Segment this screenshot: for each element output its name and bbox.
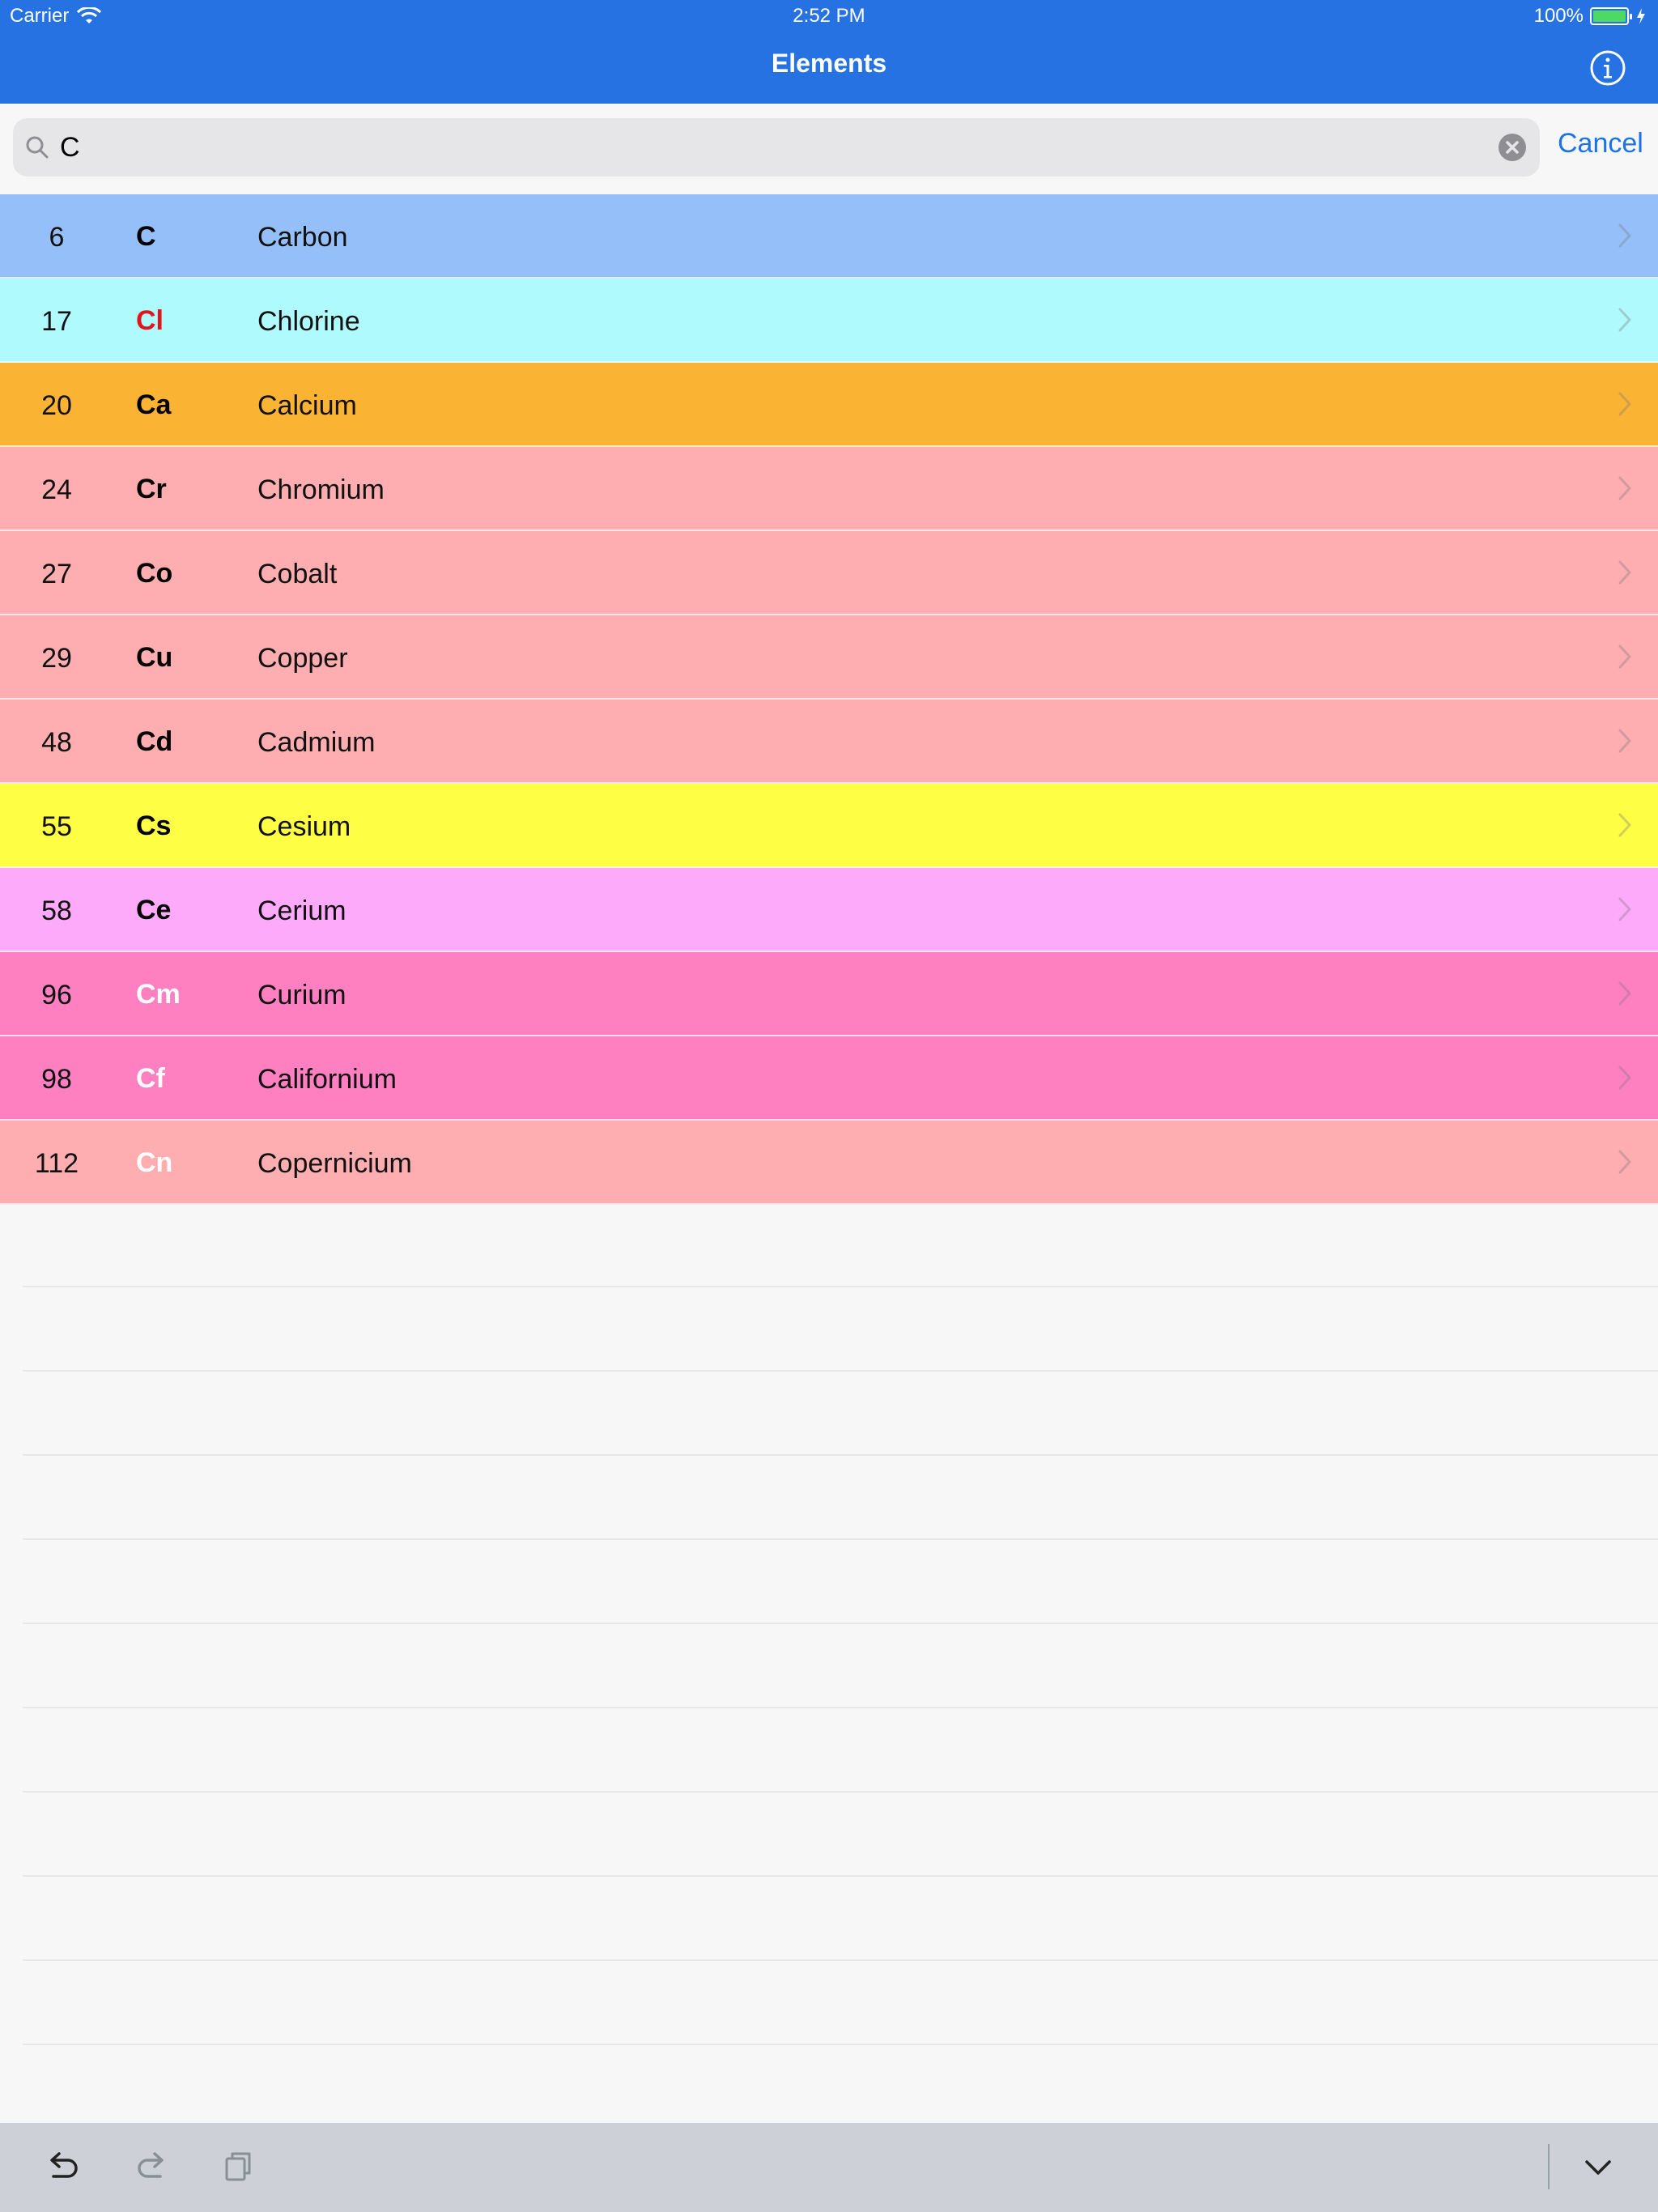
search-field[interactable]: [13, 118, 1540, 177]
element-name: Cesium: [257, 811, 351, 842]
element-name: Cadmium: [257, 727, 376, 758]
element-row[interactable]: 17 Cl Chlorine: [0, 279, 1658, 363]
atomic-number: 55: [41, 811, 72, 842]
element-row[interactable]: 29 Cu Copper: [0, 615, 1658, 700]
chevron-right-icon: [1618, 392, 1631, 416]
atomic-number: 17: [41, 306, 72, 337]
empty-row: [23, 1793, 1658, 1877]
element-symbol: C: [136, 221, 156, 252]
element-name: Copernicium: [257, 1148, 412, 1179]
empty-row: [23, 1877, 1658, 1961]
element-symbol: Co: [136, 558, 173, 589]
element-name: Chlorine: [257, 306, 360, 337]
element-name: Curium: [257, 980, 346, 1010]
atomic-number: 96: [41, 980, 72, 1010]
empty-row: [23, 1372, 1658, 1456]
empty-row: [23, 1287, 1658, 1372]
chevron-right-icon: [1618, 223, 1631, 248]
keyboard-toolbar: [0, 2123, 1658, 2212]
chevron-right-icon: [1618, 644, 1631, 669]
atomic-number: 6: [49, 222, 65, 253]
element-symbol: Cs: [136, 810, 172, 841]
element-symbol: Ce: [136, 895, 172, 925]
empty-row: [23, 1203, 1658, 1287]
atomic-number: 58: [41, 895, 72, 926]
element-name: Cerium: [257, 895, 346, 926]
chevron-right-icon: [1618, 981, 1631, 1006]
element-list: 6 C Carbon 17 Cl Chlorine 20 Ca Calcium 24 Cr Chrom…: [0, 194, 1658, 1205]
chevron-right-icon: [1618, 560, 1631, 585]
element-row[interactable]: 27 Co Cobalt: [0, 531, 1658, 615]
empty-row: [23, 1961, 1658, 2045]
element-name: Calcium: [257, 390, 357, 421]
battery-icon: [1590, 7, 1632, 25]
element-symbol: Cl: [136, 305, 164, 336]
chevron-right-icon: [1618, 476, 1631, 500]
chevron-right-icon: [1618, 1150, 1631, 1174]
chevron-down-icon[interactable]: [1577, 2146, 1619, 2188]
paste-icon[interactable]: [217, 2146, 259, 2188]
charging-bolt-icon: [1637, 8, 1645, 24]
redo-icon[interactable]: [130, 2146, 172, 2188]
element-name: Chromium: [257, 474, 385, 505]
chevron-right-icon: [1618, 729, 1631, 753]
chevron-right-icon: [1618, 897, 1631, 921]
element-row[interactable]: 20 Ca Calcium: [0, 363, 1658, 447]
empty-row: [23, 1708, 1658, 1793]
navigation-bar: Elements: [0, 32, 1658, 104]
search-icon: [26, 136, 49, 159]
element-symbol: Cu: [136, 642, 173, 673]
search-bar: Cancel: [0, 104, 1658, 194]
element-row[interactable]: 48 Cd Cadmium: [0, 700, 1658, 784]
atomic-number: 112: [34, 1148, 79, 1179]
element-row[interactable]: 58 Ce Cerium: [0, 868, 1658, 952]
element-symbol: Cn: [136, 1147, 173, 1178]
element-name: Copper: [257, 643, 348, 674]
battery-percent: 100%: [1533, 5, 1584, 27]
atomic-number: 20: [41, 390, 72, 421]
element-row[interactable]: 6 C Carbon: [0, 194, 1658, 279]
clear-search-icon[interactable]: [1498, 133, 1527, 162]
element-row[interactable]: 96 Cm Curium: [0, 952, 1658, 1036]
element-name: Californium: [257, 1064, 397, 1095]
atomic-number: 98: [41, 1064, 72, 1095]
element-symbol: Ca: [136, 389, 172, 420]
battery-group: 100%: [1534, 5, 1647, 28]
chevron-right-icon: [1618, 813, 1631, 837]
element-symbol: Cf: [136, 1063, 165, 1094]
atomic-number: 27: [41, 559, 72, 589]
info-icon[interactable]: [1588, 49, 1627, 87]
status-bar: Carrier 2:52 PM 100%: [0, 0, 1658, 32]
undo-icon[interactable]: [42, 2146, 84, 2188]
empty-row: [23, 1540, 1658, 1624]
search-input[interactable]: [60, 126, 1469, 168]
empty-row: [23, 1624, 1658, 1708]
element-row[interactable]: 98 Cf Californium: [0, 1036, 1658, 1121]
chevron-right-icon: [1618, 308, 1631, 332]
element-row[interactable]: 24 Cr Chromium: [0, 447, 1658, 531]
page-title: Elements: [771, 49, 887, 78]
status-time: 2:52 PM: [793, 5, 865, 27]
empty-table-area: [23, 1203, 1658, 2045]
empty-row: [23, 1456, 1658, 1540]
toolbar-divider: [1548, 2144, 1550, 2189]
element-name: Carbon: [257, 222, 348, 253]
element-row[interactable]: 112 Cn Copernicium: [0, 1121, 1658, 1205]
atomic-number: 24: [41, 474, 72, 505]
element-name: Cobalt: [257, 559, 338, 589]
element-symbol: Cd: [136, 726, 173, 757]
cancel-button[interactable]: Cancel: [1558, 128, 1643, 160]
chevron-right-icon: [1618, 1066, 1631, 1090]
element-row[interactable]: 55 Cs Cesium: [0, 784, 1658, 868]
atomic-number: 48: [41, 727, 72, 758]
element-symbol: Cr: [136, 474, 167, 504]
atomic-number: 29: [41, 643, 72, 674]
element-symbol: Cm: [136, 979, 181, 1010]
